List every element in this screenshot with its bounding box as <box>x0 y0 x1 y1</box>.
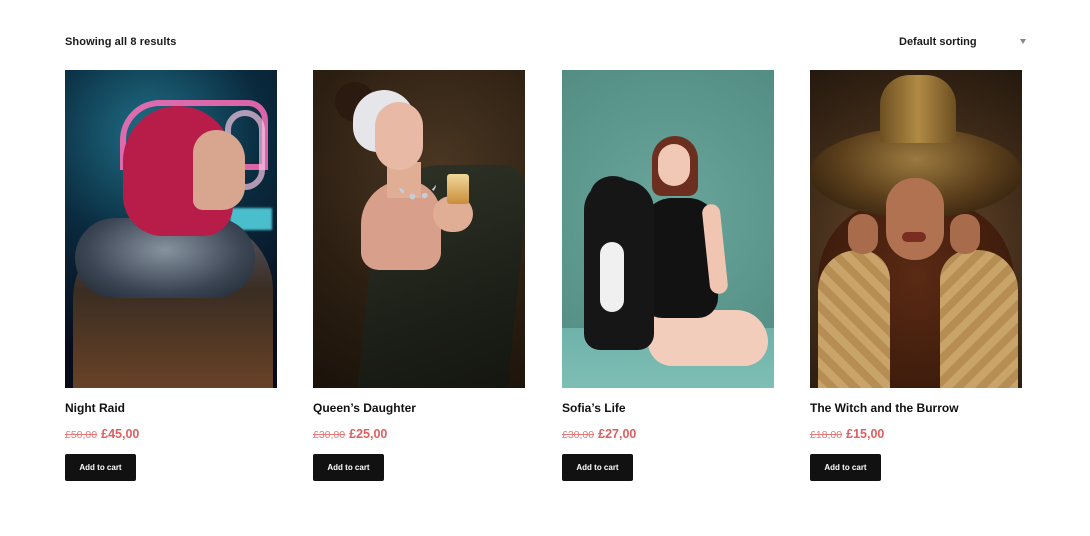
product-image[interactable] <box>313 70 525 388</box>
product-price: £18,00 £15,00 <box>810 425 884 443</box>
add-to-cart-button[interactable]: Add to cart <box>562 454 633 481</box>
figure-face <box>375 102 423 170</box>
product-card: Night Raid £50,00 £45,00 Add to cart <box>65 70 277 481</box>
figure-legs <box>648 310 768 366</box>
figure-sleeve <box>818 250 890 388</box>
figure-hand <box>848 214 878 254</box>
price-regular: £50,00 <box>65 429 98 441</box>
product-card: Queen’s Daughter £30,00 £25,00 Add to car… <box>313 70 525 481</box>
product-card: The Witch and the Burrow £18,00 £15,00 Ad… <box>810 70 1022 481</box>
result-count: Showing all 8 results <box>65 36 177 48</box>
chevron-down-icon <box>1020 39 1026 44</box>
figure-cup <box>447 174 469 204</box>
dog-chest <box>600 242 624 312</box>
price-regular: £18,00 <box>810 429 843 441</box>
hat-crown <box>880 75 956 143</box>
product-price: £30,00 £27,00 <box>562 425 636 443</box>
shop-toolbar: Showing all 8 results Default sorting <box>65 34 1026 52</box>
price-regular: £30,00 <box>562 429 595 441</box>
product-image[interactable] <box>65 70 277 388</box>
price-sale: £25,00 <box>349 427 388 441</box>
product-title[interactable]: Sofia’s Life <box>562 401 626 415</box>
add-to-cart-button[interactable]: Add to cart <box>313 454 384 481</box>
add-to-cart-button[interactable]: Add to cart <box>65 454 136 481</box>
product-image[interactable] <box>562 70 774 388</box>
sort-select-label: Default sorting <box>899 36 977 48</box>
product-card: Sofia’s Life £30,00 £27,00 Add to cart <box>562 70 774 481</box>
price-sale: £45,00 <box>101 427 140 441</box>
price-sale: £27,00 <box>598 427 637 441</box>
product-title[interactable]: Queen’s Daughter <box>313 401 416 415</box>
product-title[interactable]: The Witch and the Burrow <box>810 401 959 415</box>
figure-face <box>886 178 944 260</box>
add-to-cart-button[interactable]: Add to cart <box>810 454 881 481</box>
product-price: £30,00 £25,00 <box>313 425 387 443</box>
product-title[interactable]: Night Raid <box>65 401 125 415</box>
figure-face <box>658 144 690 186</box>
dog-head <box>590 176 636 216</box>
product-image[interactable] <box>810 70 1022 388</box>
price-regular: £30,00 <box>313 429 346 441</box>
figure-sleeve <box>940 250 1018 388</box>
product-price: £50,00 £45,00 <box>65 425 139 443</box>
figure-face <box>193 130 245 210</box>
price-sale: £15,00 <box>846 427 885 441</box>
sort-select[interactable]: Default sorting <box>899 34 1026 52</box>
figure-hand <box>950 214 980 254</box>
figure-lips <box>902 232 926 242</box>
